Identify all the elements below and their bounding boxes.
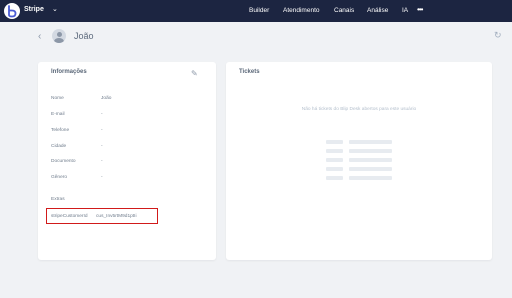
field-label-document: Documento — [51, 159, 76, 164]
chevron-down-icon[interactable]: ⌄ — [52, 5, 58, 13]
tickets-card: Tickets Não há tickets do Blip Desk aber… — [226, 62, 492, 260]
more-icon[interactable]: ••• — [417, 5, 423, 14]
tickets-empty-message: Não há tickets do Blip Desk abertos para… — [301, 107, 417, 112]
contact-header: ‹ João ↻ — [28, 24, 512, 52]
field-value-city: - — [101, 144, 103, 149]
info-card-title: Informações — [51, 69, 87, 75]
field-label-email: E-mail — [51, 112, 65, 117]
edit-pencil-icon[interactable]: ✎ — [191, 69, 198, 78]
nav-canais[interactable]: Canais — [334, 7, 354, 14]
tickets-card-title: Tickets — [239, 69, 260, 75]
nav-analise[interactable]: Análise — [367, 7, 388, 14]
field-label-name: Nome — [51, 96, 64, 101]
field-value-phone: - — [101, 128, 103, 133]
field-label-gender: Gênero — [51, 175, 67, 180]
field-value-email: - — [101, 112, 103, 117]
info-card: Informações ✎ Nome João E-mail - Telefon… — [38, 62, 216, 260]
user-avatar-icon — [52, 29, 66, 43]
field-label-phone: Telefone — [51, 128, 70, 133]
refresh-icon[interactable]: ↻ — [494, 30, 502, 41]
contact-name: João — [74, 31, 94, 41]
bot-name[interactable]: Stripe — [24, 6, 44, 13]
field-value-gender: - — [101, 175, 103, 180]
nav-builder[interactable]: Builder — [249, 7, 269, 14]
field-value-name: João — [101, 96, 112, 101]
extras-title: Extras — [51, 197, 65, 202]
extra-label-stripe-customer-id: stripeCustomerId — [51, 214, 88, 219]
extra-value-stripe-customer-id: cus_Inv5rtM9d1ptIi — [96, 214, 137, 219]
back-arrow-icon[interactable]: ‹ — [38, 31, 41, 42]
top-navigation-bar: Stripe ⌄ Builder Atendimento Canais Anál… — [0, 0, 512, 22]
nav-atendimento[interactable]: Atendimento — [283, 7, 320, 14]
field-label-city: Cidade — [51, 144, 67, 149]
nav-ia[interactable]: IA — [402, 7, 408, 14]
field-value-document: - — [101, 159, 103, 164]
blip-logo-icon[interactable] — [4, 3, 20, 19]
